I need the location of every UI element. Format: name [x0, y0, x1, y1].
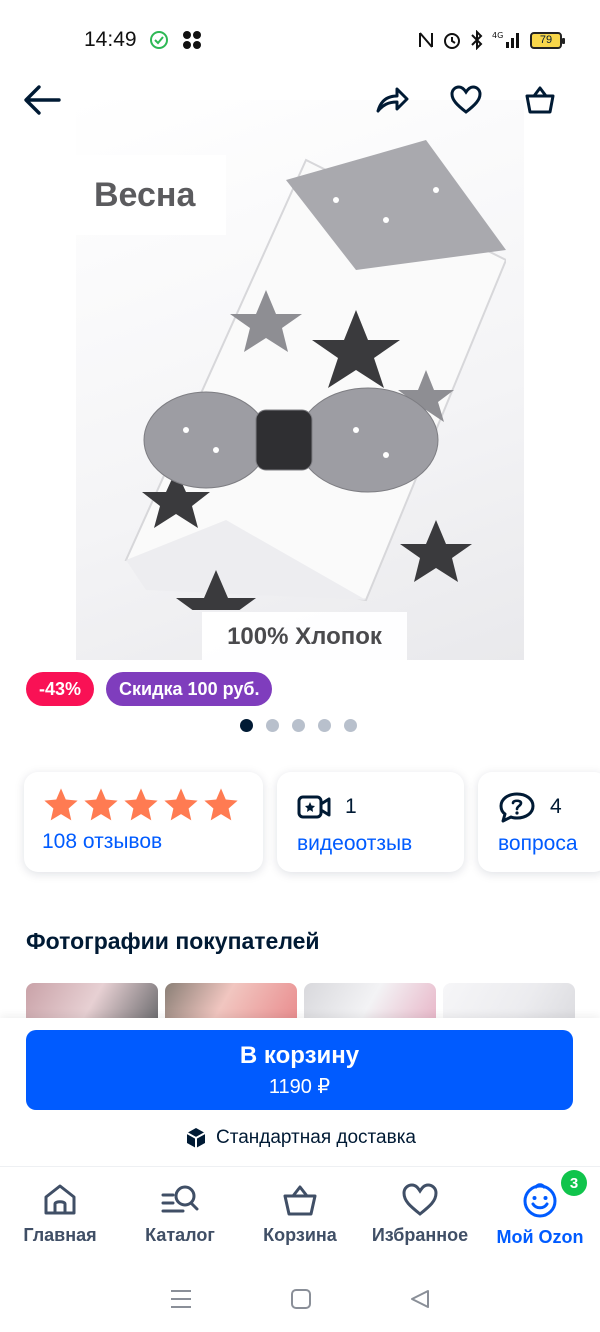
discount-percent-tag: -43% [26, 672, 95, 706]
nav-item-catalog[interactable]: Каталог [120, 1167, 240, 1266]
gallery-dot[interactable] [266, 719, 279, 732]
share-button[interactable] [370, 78, 414, 122]
nav-item-favorites[interactable]: Избранное [360, 1167, 480, 1266]
favorite-button[interactable] [444, 78, 488, 122]
heart-icon [450, 85, 482, 114]
home-icon [44, 1184, 76, 1215]
gallery-dot[interactable] [240, 719, 253, 732]
bottom-nav: Главная Каталог Корзина Избранное Мой Oz… [0, 1166, 600, 1266]
video-review-card[interactable]: 1 видеоотзыв [277, 772, 464, 872]
star-icon [124, 788, 158, 821]
star-icon [44, 788, 78, 821]
check-circle-icon [149, 31, 168, 49]
share-icon [376, 87, 409, 113]
star-icon [84, 788, 118, 821]
delivery-info[interactable]: Стандартная доставка [0, 1126, 600, 1150]
add-to-cart-label: В корзину [239, 1041, 360, 1069]
home-square-icon[interactable] [290, 1288, 312, 1310]
delivery-label: Стандартная доставка [215, 1127, 416, 1148]
basket-icon [283, 1185, 317, 1216]
video-count: 1 [345, 795, 357, 818]
purchase-panel: В корзину 1190 ₽ Стандартная доставка [0, 1018, 600, 1166]
video-camera-icon [297, 795, 331, 819]
back-button[interactable] [20, 78, 64, 122]
buyer-photo[interactable] [26, 983, 158, 1023]
gallery-dots [240, 719, 357, 732]
profile-smile-icon [523, 1183, 557, 1218]
system-navigation [0, 1266, 600, 1332]
gallery-dot[interactable] [318, 719, 331, 732]
heart-icon [402, 1183, 438, 1216]
product-label-top: Весна [76, 155, 226, 235]
info-cards: 108 отзывов 1 видеоотзыв 4 вопроса [24, 772, 600, 872]
buyer-photo[interactable] [443, 983, 575, 1023]
questions-link[interactable]: вопроса [498, 832, 588, 856]
profile-badge: 3 [561, 1170, 587, 1196]
status-bar: 14:49 4G 79 [0, 0, 600, 80]
buyer-photos-title: Фотографии покупателей [26, 928, 320, 954]
catalog-search-icon [161, 1185, 199, 1213]
buyer-photo[interactable] [165, 983, 297, 1023]
question-bubble-icon [499, 792, 535, 823]
status-time: 14:49 [84, 28, 137, 51]
buyer-photos-strip [26, 983, 575, 1023]
cart-header-button[interactable] [518, 78, 562, 122]
bluetooth-icon [471, 30, 483, 50]
add-to-cart-button[interactable]: В корзину 1190 ₽ [26, 1030, 573, 1110]
nfc-icon [419, 32, 433, 48]
star-icon [204, 788, 238, 821]
gallery-dot[interactable] [292, 719, 305, 732]
nav-item-home[interactable]: Главная [0, 1167, 120, 1266]
nav-label: Избранное [371, 1225, 469, 1245]
apps-icon [182, 31, 201, 49]
star-icon [164, 788, 198, 821]
nav-label: Корзина [263, 1225, 337, 1245]
discount-tags: -43% Скидка 100 руб. [26, 672, 273, 706]
questions-count: 4 [550, 795, 562, 818]
box-icon [186, 1128, 206, 1148]
nav-label: Мой Ozon [496, 1227, 584, 1247]
nav-label: Каталог [145, 1225, 215, 1245]
buyer-photo[interactable] [304, 983, 436, 1023]
rating-card[interactable]: 108 отзывов [24, 772, 263, 872]
reviews-count-link[interactable]: 108 отзывов [42, 830, 245, 854]
product-image[interactable]: Весна 100% Хлопок [76, 100, 524, 660]
product-header [0, 78, 600, 122]
back-triangle-icon[interactable] [409, 1288, 431, 1310]
nav-item-cart[interactable]: Корзина [240, 1167, 360, 1266]
product-label-bottom: 100% Хлопок [202, 612, 407, 660]
video-review-link[interactable]: видеоотзыв [297, 832, 444, 856]
discount-amount-tag[interactable]: Скидка 100 руб. [106, 672, 273, 706]
signal-icon: 4G [492, 31, 519, 48]
price: 1190 ₽ [268, 1075, 331, 1098]
menu-icon[interactable] [169, 1288, 193, 1310]
questions-card[interactable]: 4 вопроса [478, 772, 600, 872]
rating-stars [42, 786, 245, 824]
battery-icon: 79 [530, 31, 565, 49]
svg-text:4G: 4G [492, 31, 503, 40]
basket-icon [525, 86, 555, 114]
alarm-icon [444, 33, 460, 49]
gallery-dot[interactable] [344, 719, 357, 732]
arrow-left-icon [24, 85, 61, 115]
nav-label: Главная [23, 1225, 97, 1245]
battery-level: 79 [539, 34, 553, 46]
